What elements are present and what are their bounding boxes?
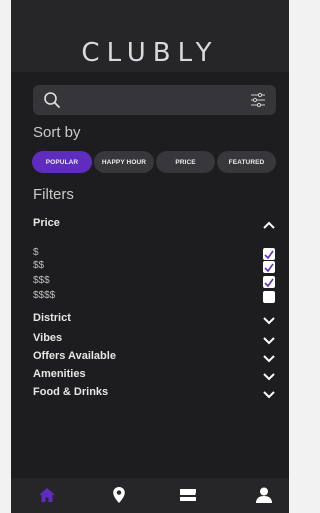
price-checkbox-2[interactable] — [263, 261, 275, 273]
filter-settings-icon[interactable] — [250, 92, 266, 108]
check-icon — [264, 263, 274, 273]
check-icon — [264, 250, 274, 260]
chevron-up-icon[interactable] — [263, 221, 275, 229]
sort-by-label: Sort by — [33, 124, 81, 141]
filter-amenities-header[interactable]: Amenities — [33, 368, 86, 380]
price-option-1: $ — [33, 247, 39, 258]
filter-price-header[interactable]: Price — [33, 217, 60, 229]
chevron-down-icon[interactable] — [263, 373, 275, 381]
search-bar[interactable] — [33, 85, 276, 115]
filters-heading: Filters — [33, 186, 74, 203]
chevron-down-icon[interactable] — [263, 355, 275, 363]
search-icon[interactable] — [43, 91, 61, 109]
price-option-2: $$ — [33, 260, 45, 271]
sort-featured-button[interactable]: FEATURED — [217, 151, 276, 173]
user-icon[interactable] — [255, 486, 273, 504]
sort-price-button[interactable]: PRICE — [156, 151, 215, 173]
filter-offers-header[interactable]: Offers Available — [33, 350, 116, 362]
map-pin-icon[interactable] — [112, 486, 126, 504]
header: CLUBLY — [11, 0, 289, 72]
filter-district-header[interactable]: District — [33, 312, 71, 324]
filter-vibes-header[interactable]: Vibes — [33, 332, 62, 344]
price-option-3: $$$ — [33, 275, 50, 286]
app-logo: CLUBLY — [81, 38, 219, 68]
sort-popular-button[interactable]: POPULAR — [32, 151, 92, 173]
sort-happy-hour-button[interactable]: HAPPY HOUR — [94, 151, 154, 173]
home-icon[interactable] — [38, 486, 56, 504]
price-checkbox-1[interactable] — [263, 248, 275, 260]
check-icon — [264, 278, 274, 288]
chevron-down-icon[interactable] — [263, 337, 275, 345]
bottom-nav — [11, 478, 289, 513]
price-checkbox-3[interactable] — [263, 276, 275, 288]
ticket-icon[interactable] — [178, 486, 198, 504]
app-screen: CLUBLY Sort by POPULAR HAPPY HOUR PRICE … — [11, 0, 289, 513]
filter-food-drinks-header[interactable]: Food & Drinks — [33, 386, 108, 398]
price-option-4: $$$$ — [33, 290, 56, 301]
price-checkbox-4[interactable] — [263, 291, 275, 303]
chevron-down-icon[interactable] — [263, 317, 275, 325]
chevron-down-icon[interactable] — [263, 391, 275, 399]
